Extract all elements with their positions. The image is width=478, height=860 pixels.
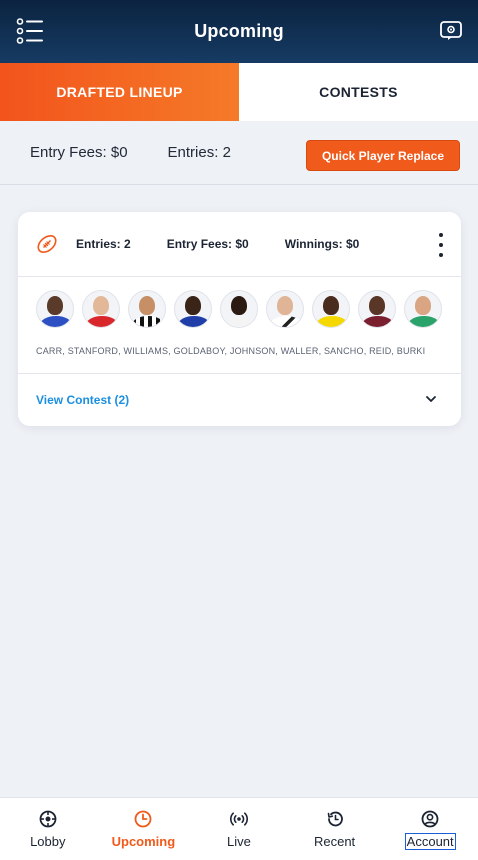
bottom-nav: Lobby Upcoming Live Recent Account — [0, 797, 478, 860]
player-avatar[interactable] — [174, 290, 212, 328]
clock-icon — [134, 810, 152, 827]
nav-live[interactable]: Live — [191, 798, 287, 860]
football-icon — [37, 235, 57, 253]
nav-lobby[interactable]: Lobby — [0, 798, 96, 860]
top-bar: Upcoming — [0, 0, 478, 63]
lobby-icon — [39, 810, 57, 827]
view-contest-row[interactable]: View Contest (2) — [18, 374, 461, 425]
page-title: Upcoming — [194, 21, 284, 41]
player-avatar[interactable] — [358, 290, 396, 328]
view-tabs: DRAFTED LINEUP CONTESTS — [0, 63, 478, 121]
total-entries: Entries: 2 — [167, 144, 231, 161]
player-names: CARR, STANFORD, WILLIAMS, GOLDABOY, JOHN… — [36, 346, 426, 356]
more-options-icon[interactable] — [437, 233, 445, 257]
nav-account[interactable]: Account — [382, 798, 478, 860]
nav-live-label: Live — [227, 833, 251, 849]
card-winnings: Winnings: $0 — [284, 237, 360, 251]
player-avatar[interactable] — [36, 290, 74, 328]
player-avatar[interactable] — [266, 290, 304, 328]
live-icon — [229, 811, 248, 826]
nav-lobby-label: Lobby — [30, 833, 66, 849]
player-avatar[interactable] — [220, 290, 258, 328]
total-entry-fees: Entry Fees: $0 — [30, 144, 128, 161]
help-icon[interactable] — [440, 21, 462, 41]
nav-upcoming[interactable]: Upcoming — [96, 798, 192, 860]
nav-upcoming-label: Upcoming — [111, 833, 176, 849]
account-icon — [421, 810, 439, 827]
lineup-card-header: Entries: 2 Entry Fees: $0 Winnings: $0 — [18, 212, 461, 277]
history-icon — [327, 811, 343, 826]
chevron-down-icon[interactable] — [425, 394, 437, 404]
lineup-card: Entries: 2 Entry Fees: $0 Winnings: $0 C… — [18, 212, 461, 426]
menu-icon[interactable] — [16, 18, 44, 44]
nav-recent[interactable]: Recent — [287, 798, 383, 860]
card-entry-fees: Entry Fees: $0 — [166, 237, 249, 251]
view-contest-link[interactable]: View Contest (2) — [36, 393, 129, 407]
players-row: CARR, STANFORD, WILLIAMS, GOLDABOY, JOHN… — [18, 277, 461, 374]
summary-bar: Entry Fees: $0 Entries: 2 Quick Player R… — [0, 121, 478, 185]
player-avatar[interactable] — [128, 290, 166, 328]
nav-account-label: Account — [404, 832, 456, 850]
quick-player-replace-button[interactable]: Quick Player Replace — [306, 140, 460, 171]
tab-drafted-lineup[interactable]: DRAFTED LINEUP — [0, 63, 239, 121]
player-avatar[interactable] — [312, 290, 350, 328]
player-avatar[interactable] — [82, 290, 120, 328]
player-avatar[interactable] — [404, 290, 442, 328]
player-avatars — [36, 290, 450, 328]
card-entries: Entries: 2 — [76, 237, 131, 251]
nav-recent-label: Recent — [313, 833, 356, 849]
tab-contests[interactable]: CONTESTS — [239, 63, 478, 121]
